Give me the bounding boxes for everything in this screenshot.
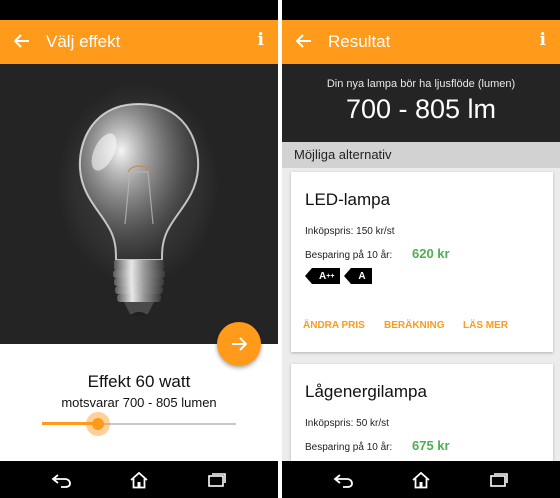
nav-home-icon <box>412 471 430 489</box>
card-price: Inköpspris: 150 kr/st <box>305 226 395 237</box>
nav-recents-icon <box>490 473 508 487</box>
arrow-left-icon <box>14 34 29 48</box>
status-bar <box>0 0 278 20</box>
card-saving-value: 620 kr <box>412 246 450 261</box>
lightbulb-icon <box>78 102 200 316</box>
energy-class-badges: A ++ A <box>304 268 372 286</box>
info-button[interactable]: i <box>258 30 264 50</box>
page-title: Välj effekt <box>46 32 121 51</box>
card-name: LED-lampa <box>305 190 391 209</box>
nav-recents-icon <box>208 473 226 487</box>
read-more-button[interactable]: LÄS MER <box>463 320 508 331</box>
nav-home-button[interactable] <box>127 469 151 491</box>
card-saving-label: Besparing på 10 år: <box>305 442 393 453</box>
section-label: Möjliga alternativ <box>282 142 560 168</box>
card-saving-value: 675 kr <box>412 438 450 453</box>
nav-recents-button[interactable] <box>205 469 229 491</box>
energy-class-badge: A ++ <box>304 268 341 284</box>
next-button[interactable] <box>217 322 261 366</box>
calculation-button[interactable]: BERÄKNING <box>384 320 445 331</box>
effect-label: Effekt 60 watt <box>87 372 191 391</box>
slider-thumb[interactable] <box>92 418 104 430</box>
nav-back-button[interactable] <box>331 469 355 491</box>
arrow-right-icon <box>232 337 247 351</box>
arrow-left-icon <box>296 34 311 48</box>
result-header: Din nya lampa bör ha ljusflöde (lumen) 7… <box>282 64 560 142</box>
nav-home-button[interactable] <box>409 469 433 491</box>
result-value: 700 - 805 lm <box>345 94 497 124</box>
phone-left-screen: Välj effekt i Effekt 60 watt motsvarar 7… <box>0 0 278 498</box>
app-bar: Resultat i <box>282 20 560 64</box>
back-button[interactable] <box>292 28 316 54</box>
card-name: Lågenergilampa <box>305 382 427 401</box>
info-button[interactable]: i <box>540 30 546 50</box>
bulb-image <box>0 64 278 344</box>
effect-slider[interactable] <box>42 412 236 436</box>
option-card-low-energy[interactable]: Lågenergilampa Inköpspris: 50 kr/st Besp… <box>291 364 553 474</box>
card-price: Inköpspris: 50 kr/st <box>305 418 389 429</box>
card-actions: ÄNDRA PRIS BERÄKNING LÄS MER <box>291 314 553 338</box>
page-title: Resultat <box>328 32 391 51</box>
app-bar: Välj effekt i <box>0 20 278 64</box>
nav-recents-button[interactable] <box>487 469 511 491</box>
status-bar <box>282 0 560 20</box>
card-saving-label: Besparing på 10 år: <box>305 250 393 261</box>
option-card-led[interactable]: LED-lampa Inköpspris: 150 kr/st Besparin… <box>291 172 553 352</box>
nav-back-icon <box>333 474 353 488</box>
lumen-label: motsvarar 700 - 805 lumen <box>61 395 217 410</box>
change-price-button[interactable]: ÄNDRA PRIS <box>303 320 365 331</box>
navigation-bar <box>282 461 560 498</box>
navigation-bar <box>0 461 278 498</box>
energy-class-badge: A <box>344 268 372 284</box>
phone-right-screen: Resultat i Din nya lampa bör ha ljusflöd… <box>282 0 560 498</box>
result-caption: Din nya lampa bör ha ljusflöde (lumen) <box>326 78 516 90</box>
nav-home-icon <box>130 471 148 489</box>
back-button[interactable] <box>10 28 34 54</box>
nav-back-button[interactable] <box>49 469 73 491</box>
nav-back-icon <box>51 474 71 488</box>
